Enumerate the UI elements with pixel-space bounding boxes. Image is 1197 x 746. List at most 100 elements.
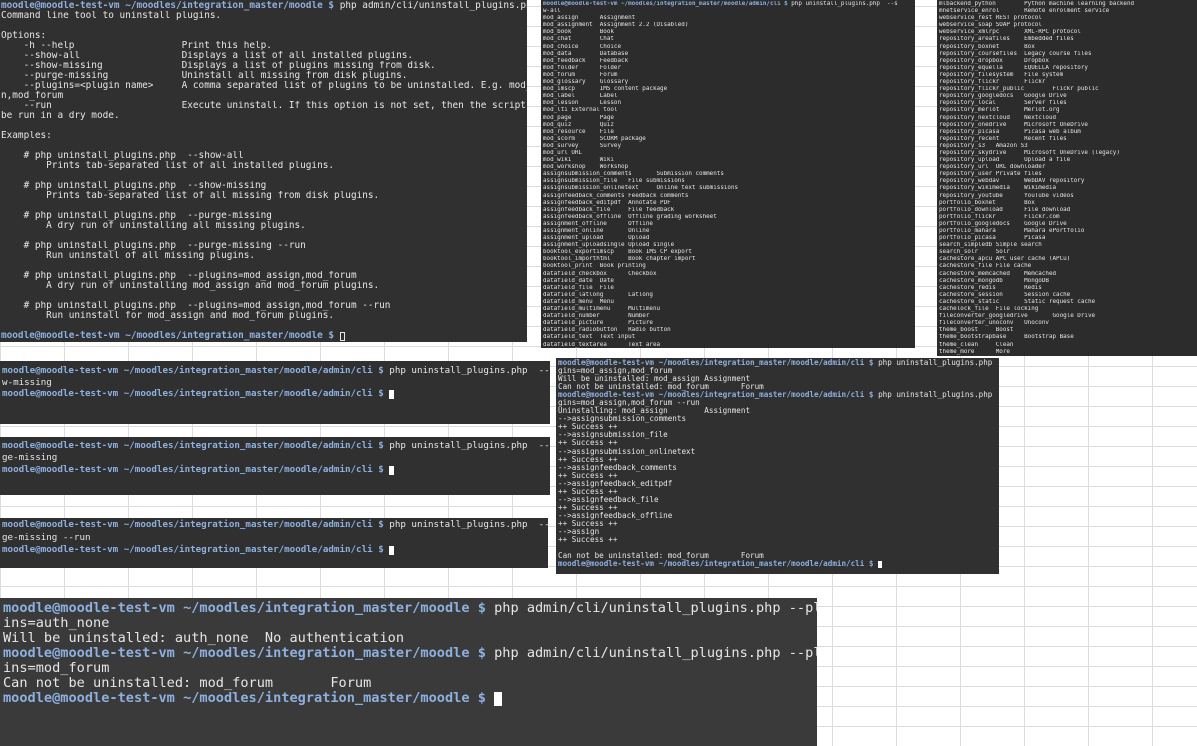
prompt-line[interactable]: moodle@moodle-test-vm ~/moodles/integrat… [558, 560, 999, 569]
output-line: mod_wiki Wiki [543, 157, 614, 164]
output-line: repository_picasa Picasa web album [939, 128, 1081, 135]
output-line: repository_recent Recent files [939, 135, 1067, 142]
output-line: booktool_importhtml Book chapter import [543, 256, 696, 263]
output-line: repository_flickr_public Flickr public [939, 86, 1099, 93]
output-line: mnetservice_enrol Remote enrolment servi… [939, 8, 1110, 15]
output-line: assignsubmission_comments Submission com… [543, 171, 724, 178]
prompt-path: ~/moodles/integration_master/moodle/admi… [123, 365, 373, 376]
prompt-symbol: $ [378, 440, 384, 451]
output-line: # php uninstall_plugins.php --purge-miss… [1, 211, 272, 221]
command-line: moodle@moodle-test-vm ~/moodles/integrat… [2, 440, 550, 452]
prompt-path: ~/moodles/integration_master/moodle/admi… [621, 1, 781, 7]
output-line: theme_bootstrapbase Bootstrap Base [939, 334, 1074, 341]
output-line: assignfeedback_offline Offline grading w… [543, 213, 717, 220]
prompt-path: ~/moodles/integration_master/moodle [183, 691, 470, 706]
output-line: mod_book Book [543, 29, 614, 36]
prompt-symbol: $ [328, 331, 335, 341]
output-lines: Command line tool to uninstall plugins. … [1, 11, 527, 331]
output-line: --purge-missing Uninstall all missing fr… [1, 71, 408, 81]
output-line: mod_scorm SCORM package [543, 135, 646, 142]
prompt-user: moodle@moodle-test-vm [2, 544, 119, 555]
output-line: datafield_text Text input [543, 334, 636, 341]
output-line: mod_url URL [543, 149, 583, 156]
prompt-symbol: $ [868, 560, 874, 569]
output-line: mod_imscp IMS content package [543, 86, 668, 93]
output-line: -->assignfeedback_editpdf [558, 479, 673, 488]
output-line: be run in a dry mode. [1, 111, 120, 121]
output-line: assignsubmission_onlinetext Online text … [543, 185, 739, 192]
output-line: assignfeedback_comments Feedback comment… [543, 192, 689, 199]
output-line: assignment_offline Offline [543, 220, 653, 227]
output-line: webservice_rest REST protocol [939, 15, 1042, 22]
output-line: cachestore_memcached Memcached [939, 270, 1057, 277]
prompt-line[interactable]: moodle@moodle-test-vm ~/moodles/integrat… [3, 691, 817, 706]
prompt-line[interactable]: moodle@moodle-test-vm ~/moodles/integrat… [1, 331, 527, 341]
output-line: -->assignfeedback_comments [558, 463, 677, 472]
output-line: repository_wikimedia Wikimedia [939, 185, 1057, 192]
terminal-purge-missing-run: moodle@moodle-test-vm ~/moodles/integrat… [0, 518, 548, 568]
prompt-path: ~/moodles/integration_master/moodle [125, 331, 323, 341]
output-line: repository_s3 Amazon S3 [939, 142, 1028, 149]
output-line: ++ Success ++ [558, 423, 618, 432]
prompt-symbol: $ [477, 601, 486, 616]
output-line: repository_webdav WebDAV repository [939, 178, 1085, 185]
output-line: -->assignfeedback_file [558, 495, 659, 504]
output-line: repository_coursefiles Legacy course fil… [939, 50, 1092, 57]
prompt-line[interactable]: moodle@moodle-test-vm ~/moodles/integrat… [2, 388, 550, 400]
output-line: repository_googledocs Google Drive [939, 93, 1067, 100]
prompt-path: ~/moodles/integration_master/moodle/admi… [123, 519, 373, 530]
command-text: php uninstall_plugins.php --pur [389, 519, 548, 530]
prompt-user: moodle@moodle-test-vm [1, 331, 120, 341]
output-line: # php uninstall_plugins.php --plugins=mo… [1, 271, 357, 281]
prompt-symbol: $ [378, 519, 384, 530]
command-text: php uninstall_plugins.php --plu [878, 391, 993, 400]
output-line: repository_dropbox Dropbox [939, 57, 1049, 64]
terminal-show-all-continued: mlbackend_python Python machine learning… [937, 0, 1197, 356]
output-line: webservice_xmlrpc XML-RPC protocol [939, 29, 1081, 36]
output-line: portfolio_flickr Flickr.com [939, 213, 1060, 220]
output-line: cachestore_redis Redis [939, 284, 1042, 291]
command-text: php admin/cli/uninstall_plugins.php --pl… [494, 646, 817, 661]
output-line: Examples: [1, 131, 52, 141]
output-line: Run uninstall of all missing plugins. [1, 251, 255, 261]
prompt-symbol: $ [328, 1, 335, 11]
output-line: mod_workshop Workshop [543, 164, 629, 171]
output-line: Command line tool to uninstall plugins. [1, 11, 222, 21]
output-line: -->assignsubmission_file [558, 431, 668, 440]
output-line: ++ Success ++ [558, 536, 618, 545]
command-text: php uninstall_plugins.php --s [791, 1, 898, 7]
output-line: Can not be uninstalled: mod_forum Forum [3, 676, 372, 691]
output-line: A dry run of uninstalling all missing pl… [1, 221, 306, 231]
command-line: moodle@moodle-test-vm ~/moodles/integrat… [2, 519, 548, 532]
terminal-purge-missing: moodle@moodle-test-vm ~/moodles/integrat… [0, 437, 550, 495]
output-line: repository_local Server files [939, 100, 1067, 107]
command-text: php uninstall_plugins.php --pur [389, 440, 550, 451]
output-line: ++ Success ++ [558, 439, 618, 448]
output-line: theme_more More [939, 348, 1010, 355]
output-line: portfolio_download File download [939, 206, 1071, 213]
prompt-line[interactable]: moodle@moodle-test-vm ~/moodles/integrat… [2, 544, 548, 557]
prompt-line[interactable]: moodle@moodle-test-vm ~/moodles/integrat… [2, 464, 550, 476]
output-line: --show-missing Displays a list of plugin… [1, 61, 436, 71]
output-line: ++ Success ++ [558, 487, 618, 496]
prompt-user: moodle@moodle-test-vm [2, 388, 119, 399]
output-line: gins=mod_assign,mod_forum [558, 367, 673, 376]
prompt-path: ~/moodles/integration_master/moodle/admi… [123, 464, 373, 475]
output-line: theme_boost Boost [939, 327, 1014, 334]
output-line: # php uninstall_plugins.php --show-all [1, 151, 244, 161]
output-line: webservice_soap SOAP protocol [939, 22, 1042, 29]
prompt-symbol: $ [378, 388, 384, 399]
prompt-path: ~/moodles/integration_master/moodle [183, 646, 470, 661]
output-line: mod_chat Chat [543, 36, 614, 43]
output-line: mod_folder Folder [543, 64, 622, 71]
output-line: mod_choice Choice [543, 43, 622, 50]
prompt-user: moodle@moodle-test-vm [558, 359, 655, 367]
output-line: booktool_exportimscp Book IMS CP export [543, 249, 692, 256]
output-line: ++ Success ++ [558, 455, 618, 464]
output-line: fileconverter_googledrive Google Drive [939, 313, 1096, 320]
terminal-cursor [389, 545, 395, 555]
output-line: theme_clean Clean [939, 341, 1014, 348]
